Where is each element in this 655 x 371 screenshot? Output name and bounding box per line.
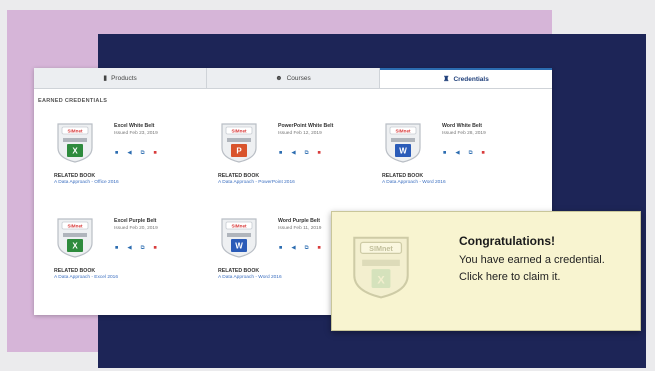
credential-issued-date: Issued Feb 11, 2019: [278, 226, 322, 231]
tab-courses[interactable]: ☻ Courses: [207, 68, 380, 88]
credential-issued-date: Issued Feb 20, 2019: [114, 226, 158, 231]
badge-brand: SIMnet: [231, 223, 247, 228]
section-title: EARNED CREDENTIALS: [38, 98, 108, 104]
credential-actions: ■ ◀ ⧉ ■: [443, 150, 485, 157]
credential-title: Word White Belt: [442, 123, 482, 129]
tab-label: Credentials: [453, 75, 489, 83]
certificate-icon: ♜: [443, 75, 450, 83]
credential-card[interactable]: SIMnet X Excel Purple Belt Issued Feb 20, 2…: [42, 208, 192, 292]
share-icon[interactable]: ◀: [291, 245, 295, 252]
download-icon[interactable]: ■: [318, 245, 321, 252]
svg-text:W: W: [399, 147, 407, 156]
svg-text:X: X: [377, 274, 385, 286]
credential-issued-date: Issued Feb 23, 2019: [114, 131, 158, 136]
tab-credentials[interactable]: ♜ Credentials: [380, 68, 552, 88]
linkedin-icon[interactable]: ■: [115, 150, 118, 157]
tab-bar: ▮ Products ☻ Courses ♜ Credentials: [34, 68, 552, 89]
credential-title: PowerPoint White Belt: [278, 123, 334, 129]
badge-brand: SIMnet: [369, 244, 393, 253]
svg-text:X: X: [72, 242, 78, 251]
credential-actions: ■ ◀ ⧉ ■: [115, 245, 157, 252]
linkedin-icon[interactable]: ■: [443, 150, 446, 157]
tab-label: Courses: [286, 74, 311, 82]
svg-text:P: P: [236, 147, 242, 156]
credential-actions: ■ ◀ ⧉ ■: [279, 245, 321, 252]
credential-badge-icon[interactable]: SIMnet P: [218, 120, 260, 164]
credential-card[interactable]: SIMnet X Excel White Belt Issued Feb 23, 20…: [42, 113, 192, 197]
badge-brand: SIMnet: [231, 128, 247, 133]
related-book-label: RELATED BOOK: [54, 268, 96, 274]
copy-link-icon[interactable]: ⧉: [141, 150, 145, 157]
credential-actions: ■ ◀ ⧉ ■: [115, 150, 157, 157]
svg-text:W: W: [235, 242, 243, 251]
share-icon[interactable]: ◀: [291, 150, 295, 157]
linkedin-icon[interactable]: ■: [279, 245, 282, 252]
copy-link-icon[interactable]: ⧉: [305, 150, 309, 157]
badge-brand: SIMnet: [67, 223, 83, 228]
people-icon: ☻: [275, 74, 283, 82]
badge-brand: SIMnet: [395, 128, 411, 133]
download-icon[interactable]: ■: [154, 245, 157, 252]
credential-title: Excel White Belt: [114, 123, 155, 129]
tab-products[interactable]: ▮ Products: [34, 68, 207, 88]
credential-badge-icon[interactable]: SIMnet X: [54, 215, 96, 259]
related-book-label: RELATED BOOK: [218, 173, 260, 179]
credential-issued-date: Issued Feb 12, 2019: [278, 131, 322, 136]
related-book-link[interactable]: A Data Approach - Word 2016: [218, 275, 282, 280]
related-book-label: RELATED BOOK: [54, 173, 96, 179]
related-book-label: RELATED BOOK: [382, 173, 424, 179]
credential-badge-icon[interactable]: SIMnet W: [382, 120, 424, 164]
download-icon[interactable]: ■: [482, 150, 485, 157]
copy-link-icon[interactable]: ⧉: [141, 245, 145, 252]
credential-badge-icon: SIMnet X: [353, 236, 409, 299]
credential-badge-icon[interactable]: SIMnet X: [54, 120, 96, 164]
copy-link-icon[interactable]: ⧉: [305, 245, 309, 252]
related-book-link[interactable]: A Data Approach - Excel 2016: [54, 275, 118, 280]
share-icon[interactable]: ◀: [127, 245, 131, 252]
credential-card[interactable]: SIMnet W Word White Belt Issued Feb 28, 201…: [370, 113, 520, 197]
book-icon: ▮: [103, 74, 108, 82]
credential-title: Word Purple Belt: [278, 218, 320, 224]
toast-title: Congratulations!: [459, 234, 555, 248]
share-icon[interactable]: ◀: [455, 150, 459, 157]
credential-actions: ■ ◀ ⧉ ■: [279, 150, 321, 157]
download-icon[interactable]: ■: [318, 150, 321, 157]
credential-card[interactable]: SIMnet P PowerPoint White Belt Issued Feb 1…: [206, 113, 356, 197]
related-book-label: RELATED BOOK: [218, 268, 260, 274]
copy-link-icon[interactable]: ⧉: [469, 150, 473, 157]
svg-text:X: X: [72, 147, 78, 156]
download-icon[interactable]: ■: [154, 150, 157, 157]
linkedin-icon[interactable]: ■: [115, 245, 118, 252]
credential-badge-icon[interactable]: SIMnet W: [218, 215, 260, 259]
related-book-link[interactable]: A Data Approach - PowerPoint 2016: [218, 180, 295, 185]
credential-title: Excel Purple Belt: [114, 218, 157, 224]
related-book-link[interactable]: A Data Approach - Office 2016: [54, 180, 119, 185]
credential-issued-date: Issued Feb 28, 2019: [442, 131, 486, 136]
linkedin-icon[interactable]: ■: [279, 150, 282, 157]
toast-message: You have earned a credential. Click here…: [459, 254, 605, 283]
related-book-link[interactable]: A Data Approach - Word 2016: [382, 180, 446, 185]
share-icon[interactable]: ◀: [127, 150, 131, 157]
tab-label: Products: [111, 74, 137, 82]
badge-brand: SIMnet: [67, 128, 83, 133]
congratulations-toast[interactable]: SIMnet X Congratulations! You have earne…: [331, 211, 641, 331]
